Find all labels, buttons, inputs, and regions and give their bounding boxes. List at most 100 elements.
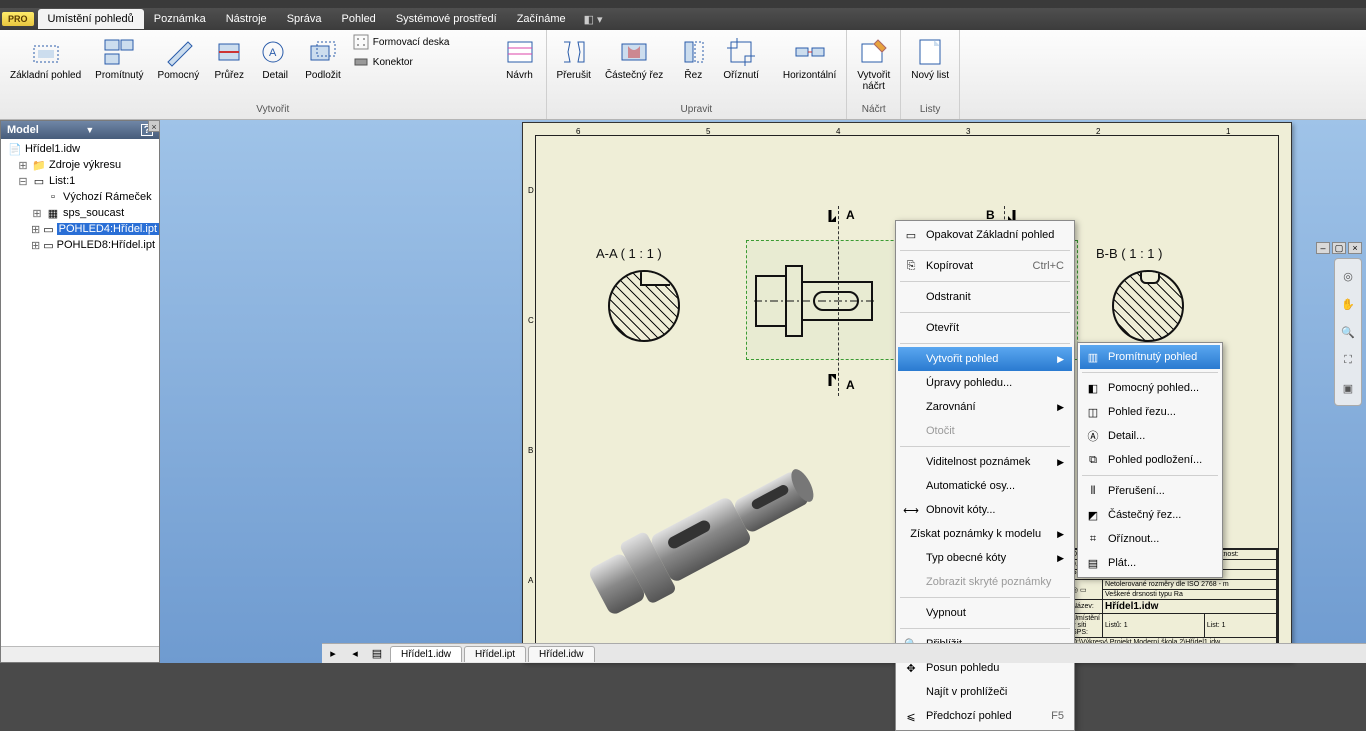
ctx-retrieve-dims[interactable]: ⟷Obnovit kóty... — [898, 498, 1072, 522]
break-button[interactable]: Přerušit — [551, 32, 597, 85]
navigation-bar: ◎ ✋ 🔍 ⛶ ▣ — [1334, 258, 1362, 406]
overlay-view-button[interactable]: Podložit — [299, 32, 347, 85]
tabstrip-icon[interactable]: ◂ — [346, 646, 364, 662]
tree-view4[interactable]: ⊞▭POHLED4:Hřídel.ipt — [3, 221, 157, 237]
ruler-mark: 1 — [1226, 127, 1230, 136]
connector-button[interactable]: Konektor — [349, 52, 454, 72]
section-icon: ◫ — [1084, 404, 1102, 420]
section-bb-view[interactable] — [1112, 270, 1184, 342]
tree-root[interactable]: 📄Hřídel1.idw — [3, 141, 157, 157]
ruler-mark: B — [528, 446, 533, 455]
doctab-2[interactable]: Hřídel.ipt — [464, 646, 526, 662]
sub-projected[interactable]: ▥Promítnutý pohled — [1080, 345, 1220, 369]
create-sketch-button[interactable]: Vytvořit náčrt — [851, 32, 896, 96]
draft-view-button[interactable]: Návrh — [498, 32, 542, 85]
ctx-copy[interactable]: ⎘KopírovatCtrl+C — [898, 254, 1072, 278]
browser-close-button[interactable]: × — [148, 120, 160, 132]
zoom-all-icon[interactable]: ⛶ — [1337, 349, 1359, 371]
dims-icon: ⟷ — [902, 502, 920, 518]
tree-titleblock[interactable]: ⊞▦sps_soucast — [3, 205, 157, 221]
detail-view-button[interactable]: ADetail — [253, 32, 297, 85]
ctx-get-annotations[interactable]: Získat poznámky k modelu▶ — [898, 522, 1072, 546]
ctx-repeat[interactable]: ▭Opakovat Základní pohled — [898, 223, 1072, 247]
section-aa-view[interactable] — [608, 270, 680, 342]
ruler-mark: D — [528, 186, 534, 195]
browser-scrollbar[interactable] — [1, 646, 159, 662]
ctx-annotation-visibility[interactable]: Viditelnost poznámek▶ — [898, 450, 1072, 474]
crop-button[interactable]: Oříznutí — [717, 32, 765, 85]
breakout-button[interactable]: Částečný řez — [599, 32, 669, 85]
front-view[interactable] — [754, 256, 874, 346]
ctx-create-view[interactable]: Vytvořit pohled▶ — [898, 347, 1072, 371]
ctx-open[interactable]: Otevřít — [898, 316, 1072, 340]
base-view-icon — [30, 36, 62, 68]
sub-section[interactable]: ◫Pohled řezu... — [1080, 400, 1220, 424]
ctx-edit-view[interactable]: Úpravy pohledu... — [898, 371, 1072, 395]
base-view-button[interactable]: Základní pohled — [4, 32, 87, 85]
repeat-icon: ▭ — [902, 227, 920, 243]
tab-poznamka[interactable]: Poznámka — [144, 9, 216, 29]
projected-view-button[interactable]: Promítnutý — [89, 32, 149, 85]
border-icon: ▫ — [46, 190, 60, 204]
sub-detail[interactable]: ⒶDetail... — [1080, 424, 1220, 448]
model-browser: Model▼ ? 📄Hřídel1.idw ⊞📁Zdroje výkresu ⊟… — [0, 120, 160, 663]
ctx-previous-view[interactable]: ⩽Předchozí pohledF5 — [898, 704, 1072, 728]
sub-overlay[interactable]: ⧉Pohled podložení... — [1080, 448, 1220, 472]
ctx-delete[interactable]: Odstranit — [898, 285, 1072, 309]
browser-header[interactable]: Model▼ ? — [1, 121, 159, 139]
tree-view8[interactable]: ⊞▭POHLED8:Hřídel.ipt — [3, 237, 157, 253]
zoom-window-icon[interactable]: ▣ — [1337, 377, 1359, 399]
doctab-3[interactable]: Hřídel.idw — [528, 646, 594, 662]
zoom-tool-icon[interactable]: 🔍 — [1337, 321, 1359, 343]
maximize-button[interactable]: ▢ — [1332, 242, 1346, 254]
tree-border[interactable]: ▫Výchozí Rámeček — [3, 189, 157, 205]
drawing-icon: 📄 — [8, 142, 22, 156]
nailboard-button[interactable]: Formovací deska — [349, 32, 454, 52]
tab-systemove[interactable]: Systémové prostředí — [386, 9, 507, 29]
section-bb-label: B-B ( 1 : 1 ) — [1096, 246, 1162, 261]
ctx-auto-centerlines[interactable]: Automatické osy... — [898, 474, 1072, 498]
isometric-view[interactable] — [566, 436, 866, 636]
marker-a-label: A — [846, 208, 855, 222]
breakout-icon — [618, 36, 650, 68]
tab-sprava[interactable]: Správa — [277, 9, 332, 29]
sub-slice[interactable]: ▤Plát... — [1080, 551, 1220, 575]
create-sketch-icon — [858, 36, 890, 68]
doctab-1[interactable]: Hřídel1.idw — [390, 646, 462, 662]
tree-resources[interactable]: ⊞📁Zdroje výkresu — [3, 157, 157, 173]
slice-button[interactable]: Řez — [671, 32, 715, 85]
sub-break[interactable]: ⦀Přerušení... — [1080, 479, 1220, 503]
ruler-mark: A — [528, 576, 533, 585]
ctx-rotate: Otočit — [898, 419, 1072, 443]
appearance-icon[interactable]: ◧ ▾ — [584, 13, 603, 26]
browser-tree[interactable]: 📄Hřídel1.idw ⊞📁Zdroje výkresu ⊟▭List:1 ▫… — [1, 139, 159, 646]
ctx-find-browser[interactable]: Najít v prohlížeči — [898, 680, 1072, 704]
tab-nastroje[interactable]: Nástroje — [216, 9, 277, 29]
titleblock-icon: ▦ — [46, 206, 60, 220]
new-sheet-button[interactable]: Nový list — [905, 32, 955, 85]
ctx-suppress[interactable]: Vypnout — [898, 601, 1072, 625]
tab-pohled[interactable]: Pohled — [332, 9, 386, 29]
horizontal-button[interactable]: Horizontální — [777, 32, 842, 85]
pan-tool-icon[interactable]: ✋ — [1337, 293, 1359, 315]
tab-zaciname[interactable]: Začínáme — [507, 9, 576, 29]
ctx-general-dim-type[interactable]: Typ obecné kóty▶ — [898, 546, 1072, 570]
projected-icon: ▥ — [1084, 349, 1102, 365]
ctx-alignment[interactable]: Zarovnání▶ — [898, 395, 1072, 419]
minimize-button[interactable]: – — [1316, 242, 1330, 254]
tree-sheet[interactable]: ⊟▭List:1 — [3, 173, 157, 189]
section-view-button[interactable]: Průřez — [207, 32, 251, 85]
close-button[interactable]: × — [1348, 242, 1362, 254]
svg-text:A: A — [269, 47, 277, 59]
steering-wheel-icon[interactable]: ◎ — [1337, 265, 1359, 287]
sub-breakout[interactable]: ◩Částečný řez... — [1080, 503, 1220, 527]
sub-crop[interactable]: ⌗Oříznout... — [1080, 527, 1220, 551]
context-submenu: ▥Promítnutý pohled ◧Pomocný pohled... ◫P… — [1077, 342, 1223, 578]
auxiliary-view-button[interactable]: Pomocný — [152, 32, 206, 85]
drawing-canvas[interactable]: – ▢ × 6 5 4 3 2 1 D C B A A-A ( 1 : 1 ) — [160, 120, 1366, 663]
tabstrip-icon[interactable]: ▸ — [324, 646, 342, 662]
ruler-mark: 5 — [706, 127, 710, 136]
tabstrip-icon[interactable]: ▤ — [368, 646, 386, 662]
tab-umisteni[interactable]: Umístění pohledů — [38, 9, 144, 29]
sub-auxiliary[interactable]: ◧Pomocný pohled... — [1080, 376, 1220, 400]
